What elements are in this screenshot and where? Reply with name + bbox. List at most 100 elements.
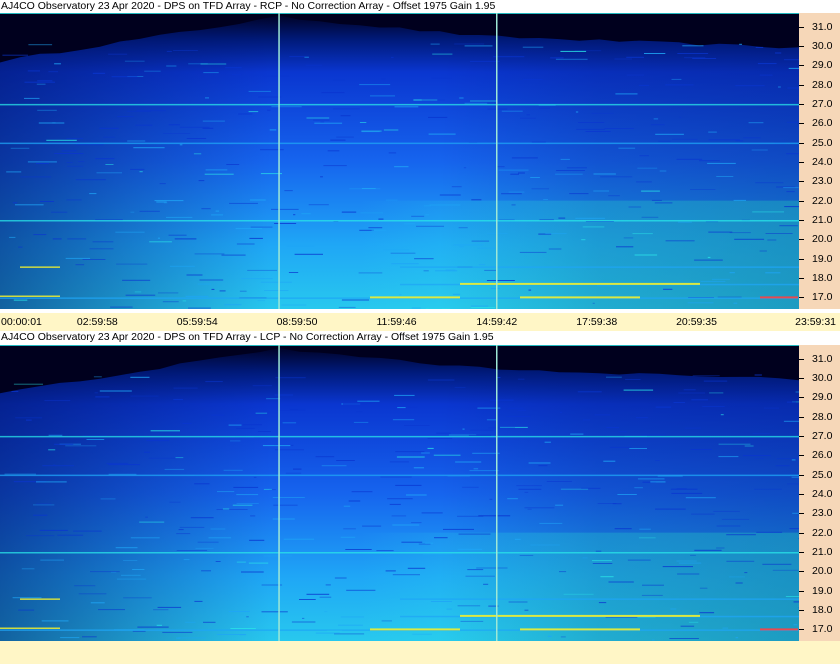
noise-streak xyxy=(597,503,617,504)
noise-streak xyxy=(169,501,181,503)
noise-streak xyxy=(616,246,634,248)
noise-streak xyxy=(205,381,223,383)
noise-streak xyxy=(90,602,105,604)
noise-streak xyxy=(676,488,687,490)
noise-streak xyxy=(593,190,609,192)
noise-streak xyxy=(284,404,297,406)
noise-streak xyxy=(628,206,642,208)
noise-streak xyxy=(635,417,648,419)
noise-streak xyxy=(376,550,394,552)
noise-streak xyxy=(401,541,423,543)
noise-streak xyxy=(36,163,49,164)
noise-streak xyxy=(173,50,198,51)
noise-streak xyxy=(677,573,700,575)
noise-streak xyxy=(100,498,116,500)
noise-streak xyxy=(291,621,316,623)
noise-streak xyxy=(338,624,363,626)
noise-streak xyxy=(684,57,706,59)
noise-streak xyxy=(711,278,730,280)
noise-streak xyxy=(60,637,80,639)
noise-streak xyxy=(478,264,486,266)
noise-streak xyxy=(231,74,242,76)
noise-streak xyxy=(560,488,589,490)
noise-streak xyxy=(672,138,698,140)
noise-streak xyxy=(230,628,256,629)
noise-streak xyxy=(333,108,360,110)
noise-streak xyxy=(501,193,522,195)
noise-streak xyxy=(391,515,407,517)
noise-streak xyxy=(204,173,234,175)
noise-streak xyxy=(95,396,110,398)
noise-streak xyxy=(694,259,723,261)
noise-streak xyxy=(51,211,68,213)
noise-streak xyxy=(677,53,709,54)
noise-streak xyxy=(20,176,52,178)
noise-streak xyxy=(392,574,420,576)
noise-streak xyxy=(626,74,644,76)
noise-streak xyxy=(708,131,717,133)
noise-streak xyxy=(394,106,419,108)
noise-streak xyxy=(139,521,165,523)
noise-streak xyxy=(729,232,751,234)
noise-streak xyxy=(691,513,715,515)
noise-streak xyxy=(186,274,203,276)
frequency-tick-label: 30.0 xyxy=(799,40,832,52)
noise-streak xyxy=(92,72,106,74)
noise-streak xyxy=(651,199,662,201)
noise-streak xyxy=(116,578,147,580)
noise-streak xyxy=(248,90,271,92)
noise-streak xyxy=(451,186,462,188)
noise-streak xyxy=(348,500,361,502)
noise-streak xyxy=(338,306,356,308)
time-tick-label: 20:59:35 xyxy=(676,316,717,328)
noise-streak xyxy=(361,131,380,133)
noise-streak xyxy=(12,597,42,599)
noise-streak xyxy=(778,86,781,88)
noise-streak xyxy=(89,248,114,250)
noise-streak xyxy=(242,424,262,426)
hot-segment xyxy=(640,614,700,617)
noise-streak xyxy=(263,488,272,490)
noise-streak xyxy=(755,182,784,184)
noise-streak xyxy=(290,409,298,411)
noise-streak xyxy=(688,621,699,623)
noise-streak xyxy=(341,299,370,301)
frequency-tick-label: 26.0 xyxy=(799,117,832,129)
noise-streak xyxy=(789,528,799,530)
noise-streak xyxy=(173,399,183,401)
noise-streak xyxy=(132,630,146,632)
noise-streak xyxy=(272,497,305,498)
time-tick-label: 05:59:54 xyxy=(176,316,218,328)
noise-streak xyxy=(383,129,399,131)
noise-streak xyxy=(336,136,354,138)
noise-streak xyxy=(92,241,114,243)
noise-streak xyxy=(756,531,783,533)
noise-streak xyxy=(293,468,302,470)
noise-streak xyxy=(627,559,651,561)
noise-streak xyxy=(203,72,219,74)
noise-streak xyxy=(655,460,660,461)
noise-streak xyxy=(346,589,376,591)
noise-streak xyxy=(428,116,448,118)
noise-streak xyxy=(641,434,666,436)
noise-streak xyxy=(600,176,633,178)
noise-streak xyxy=(414,258,434,260)
noise-streak xyxy=(233,486,259,488)
noise-streak xyxy=(728,576,745,578)
noise-streak xyxy=(735,637,739,639)
frequency-tick-label: 25.0 xyxy=(799,469,832,481)
noise-streak xyxy=(224,304,242,306)
hot-segment xyxy=(0,295,60,297)
noise-streak xyxy=(683,389,696,391)
noise-streak xyxy=(253,476,257,478)
noise-streak xyxy=(130,376,150,378)
noise-streak xyxy=(313,119,330,121)
noise-streak xyxy=(302,617,305,619)
noise-streak xyxy=(159,183,166,185)
noise-streak xyxy=(729,272,735,274)
noise-streak xyxy=(116,263,148,265)
noise-streak xyxy=(423,205,431,207)
noise-streak xyxy=(539,107,550,109)
noise-streak xyxy=(306,117,330,119)
noise-streak xyxy=(222,508,230,510)
